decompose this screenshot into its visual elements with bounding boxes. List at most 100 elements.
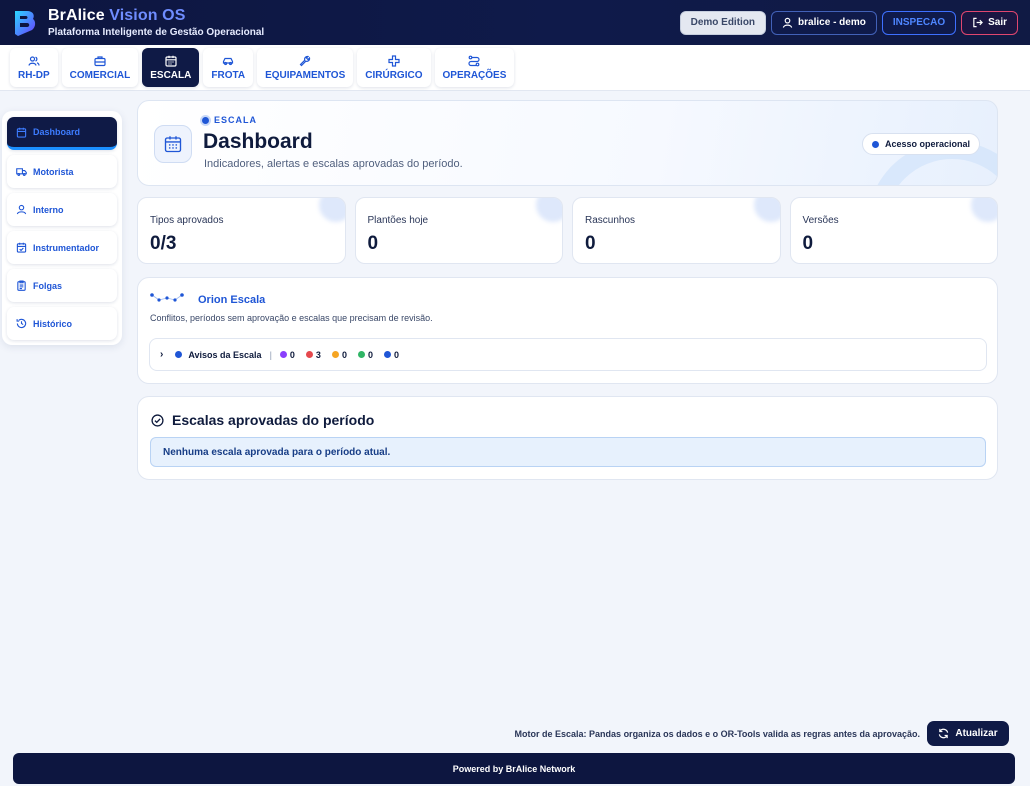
avisos-separator: | <box>269 349 272 360</box>
page-title: Dashboard <box>203 130 313 153</box>
aviso-count: 0 <box>357 350 373 360</box>
tab-label: CIRÚRGICO <box>365 69 423 81</box>
stat-label: Rascunhos <box>585 215 636 226</box>
tab-rh-dp[interactable]: RH-DP <box>10 48 58 87</box>
orion-header: Orion Escala <box>150 292 265 308</box>
stat-label: Versões <box>802 215 839 226</box>
stat-value: 0/3 <box>150 233 177 254</box>
truck-icon <box>16 168 27 176</box>
avisos-toggle[interactable]: › Avisos da Escala | 0 3 0 0 0 <box>149 338 987 371</box>
avisos-dot <box>175 351 183 358</box>
user-icon <box>782 17 793 28</box>
tab-cirurgico[interactable]: CIRÚRGICO <box>357 48 431 87</box>
approved-schedules-panel: Escalas aprovadas do período Nenhuma esc… <box>137 396 998 480</box>
stat-card: Plantões hoje 0 <box>354 197 563 264</box>
sidebar-item-dashboard[interactable]: Dashboard <box>7 117 117 150</box>
empty-state-message: Nenhuma escala aprovada para o período a… <box>150 437 986 467</box>
aviso-dot-red <box>305 351 313 358</box>
brand-title: BrAlice Vision OS <box>48 7 264 25</box>
stat-card: Versões 0 <box>789 197 998 264</box>
sidebar-item-label: Histórico <box>33 318 73 329</box>
stats-row: Tipos aprovados 0/3 Plantões hoje 0 Rasc… <box>137 197 998 264</box>
stat-label: Plantões hoje <box>367 215 429 226</box>
sidebar-item-instrumentador[interactable]: Instrumentador <box>7 231 117 264</box>
sidebar-item-historico[interactable]: Histórico <box>7 307 117 340</box>
stat-value: 0 <box>585 233 596 254</box>
footer-text: Powered by BrAlice Network <box>452 763 576 774</box>
tab-label: RH-DP <box>18 69 50 81</box>
sidebar-item-label: Interno <box>33 204 64 215</box>
user-button[interactable]: bralice - demo <box>771 10 877 35</box>
tab-frota[interactable]: FROTA <box>203 48 254 87</box>
stat-decoration <box>536 198 563 222</box>
constellation-icon <box>150 293 184 302</box>
logout-label: Sair <box>988 17 1007 28</box>
brand-accent: Vision OS <box>109 7 186 24</box>
plus-cross-icon <box>388 54 400 67</box>
approved-header: Escalas aprovadas do período <box>151 412 374 428</box>
aviso-count-value: 0 <box>289 349 295 360</box>
avisos-label: Avisos da Escala <box>188 349 262 360</box>
bralice-logo <box>15 10 36 36</box>
footer: Powered by BrAlice Network <box>13 753 1015 784</box>
logout-icon <box>973 17 984 28</box>
orion-subtitle: Conflitos, períodos sem aprovação e esca… <box>150 313 433 323</box>
aviso-count: 0 <box>383 349 399 360</box>
demo-edition-badge: Demo Edition <box>679 10 767 35</box>
sidebar-item-label: Folgas <box>33 280 63 291</box>
sidebar: Dashboard Motorista Interno Instrumentad… <box>2 111 122 345</box>
access-label: Acesso operacional <box>884 139 970 149</box>
access-badge: Acesso operacional <box>861 133 980 155</box>
tab-label: OPERAÇÕES <box>442 69 507 81</box>
aviso-count-value: 3 <box>315 349 321 360</box>
tab-label: EQUIPAMENTOS <box>265 69 346 81</box>
sidebar-item-label: Instrumentador <box>33 242 100 253</box>
logout-button[interactable]: Sair <box>961 10 1018 35</box>
header-actions: Demo Edition bralice - demo INSPECAO Sai… <box>679 10 1018 35</box>
brand-subtitle: Plataforma Inteligente de Gestão Operaci… <box>48 27 265 38</box>
section-kicker: ESCALA <box>202 115 257 125</box>
aviso-dot-orange <box>331 351 339 358</box>
role-button[interactable]: INSPECAO <box>881 10 957 35</box>
refresh-button[interactable]: Atualizar <box>927 721 1009 746</box>
user-icon <box>16 204 27 215</box>
sidebar-item-folgas[interactable]: Folgas <box>7 269 117 302</box>
tab-comercial[interactable]: COMERCIAL <box>61 48 139 87</box>
sidebar-item-label: Motorista <box>33 166 74 177</box>
engine-note: Motor de Escala: Pandas organiza os dado… <box>514 729 920 739</box>
calendar-icon <box>16 127 27 138</box>
calendar-icon <box>165 55 177 67</box>
sidebar-item-motorista[interactable]: Motorista <box>7 155 117 188</box>
tab-operacoes[interactable]: OPERAÇÕES <box>434 48 515 87</box>
refresh-label: Atualizar <box>955 728 998 739</box>
stat-decoration <box>318 198 345 222</box>
aviso-count-value: 0 <box>393 349 399 360</box>
users-icon <box>28 55 40 66</box>
kicker-label: ESCALA <box>214 115 258 125</box>
aviso-count: 0 <box>331 349 347 360</box>
aviso-dot-blue <box>383 351 391 358</box>
aviso-dot-purple <box>279 351 287 358</box>
stat-decoration <box>971 198 998 222</box>
tab-equipamentos[interactable]: EQUIPAMENTOS <box>257 48 354 87</box>
sidebar-item-label: Dashboard <box>33 127 81 137</box>
tab-label: ESCALA <box>150 69 192 81</box>
approved-title: Escalas aprovadas do período <box>172 412 375 428</box>
aviso-count: 0 <box>279 349 295 360</box>
hero-calendar-icon <box>154 125 192 163</box>
stat-decoration <box>753 198 780 222</box>
kicker-dot <box>202 116 209 124</box>
page-subtitle: Indicadores, alertas e escalas aprovadas… <box>204 158 463 170</box>
route-icon <box>468 55 481 66</box>
sidebar-item-interno[interactable]: Interno <box>7 193 117 226</box>
dashboard-hero: ESCALA Dashboard Indicadores, alertas e … <box>137 100 998 186</box>
stat-card: Tipos aprovados 0/3 <box>137 197 346 264</box>
check-circle-icon <box>151 413 164 427</box>
tab-escala[interactable]: ESCALA <box>142 48 200 87</box>
refresh-icon <box>939 728 949 739</box>
brand: BrAlice Vision OS Plataforma Inteligente… <box>48 7 264 38</box>
module-tabs: RH-DP COMERCIAL ESCALA FROTA EQUIPAMENTO… <box>0 45 1030 91</box>
aviso-count-value: 0 <box>341 349 347 360</box>
user-label: bralice - demo <box>798 17 866 28</box>
clipboard-icon <box>17 280 26 291</box>
